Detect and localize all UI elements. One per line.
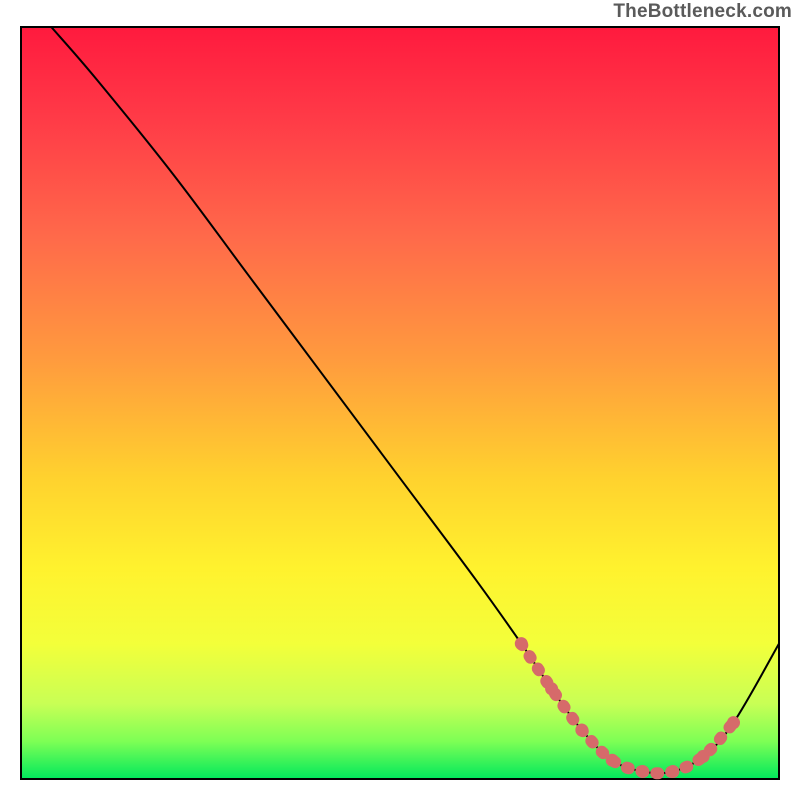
highlight-dot — [545, 682, 558, 695]
chart-frame: TheBottleneck.com — [0, 0, 800, 800]
highlight-dot — [666, 765, 679, 778]
bottleneck-chart — [0, 0, 800, 800]
gradient-background — [21, 27, 779, 779]
highlight-dot — [636, 765, 649, 778]
watermark-label: TheBottleneck.com — [613, 1, 792, 23]
highlight-dot — [606, 754, 619, 767]
highlight-dot — [727, 716, 740, 729]
highlight-dot — [697, 750, 710, 763]
highlight-dot — [515, 637, 528, 650]
highlight-dot — [575, 724, 588, 737]
